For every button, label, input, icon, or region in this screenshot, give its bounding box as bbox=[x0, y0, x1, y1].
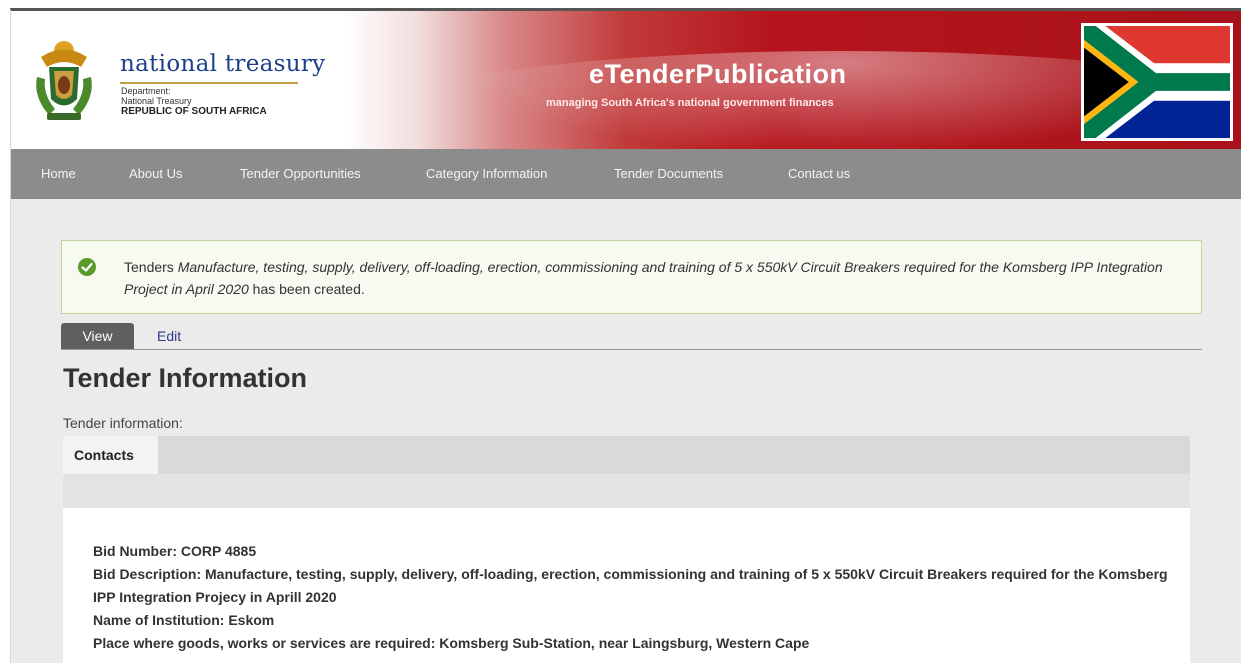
tender-info-label: Tender information: bbox=[63, 415, 183, 431]
site-subtitle: managing South Africa's national governm… bbox=[546, 97, 834, 109]
local-tabs: View Edit bbox=[61, 323, 1202, 350]
brand-department-name: National Treasury bbox=[121, 96, 192, 106]
message-prefix: Tenders bbox=[124, 259, 178, 275]
tab-contacts[interactable]: Contacts bbox=[63, 436, 158, 474]
status-message: Tenders Manufacture, testing, supply, de… bbox=[61, 240, 1202, 314]
south-africa-flag-icon bbox=[1081, 23, 1233, 141]
panel-subbar bbox=[63, 474, 1190, 508]
brand-rule bbox=[120, 82, 298, 84]
message-suffix: has been created. bbox=[248, 281, 365, 297]
tender-info-panel: Contacts Bid Number: CORP 4885 Bid Descr… bbox=[63, 436, 1190, 663]
bid-description: Bid Description: Manufacture, testing, s… bbox=[93, 566, 1168, 605]
main-nav: Home About Us Tender Opportunities Categ… bbox=[11, 149, 1241, 199]
place-of-service: Place where goods, works or services are… bbox=[93, 635, 810, 651]
tab-edit[interactable]: Edit bbox=[157, 323, 181, 349]
nav-home[interactable]: Home bbox=[41, 166, 76, 181]
institution-name: Name of Institution: Eskom bbox=[93, 612, 275, 628]
check-circle-icon bbox=[78, 258, 96, 276]
site-title: eTenderPublication bbox=[589, 59, 847, 89]
nav-tender-opportunities[interactable]: Tender Opportunities bbox=[240, 166, 361, 181]
site-header: national treasury Department: National T… bbox=[11, 11, 1241, 149]
page-title: Tender Information bbox=[63, 363, 308, 393]
panel-tabbar: Contacts bbox=[63, 436, 1190, 474]
brand-department-label: Department: bbox=[121, 86, 171, 96]
coat-of-arms-logo[interactable] bbox=[29, 37, 99, 127]
brand-title: national treasury bbox=[120, 51, 326, 77]
tab-view[interactable]: View bbox=[61, 323, 134, 349]
bid-number: Bid Number: CORP 4885 bbox=[93, 543, 257, 559]
nav-tender-documents[interactable]: Tender Documents bbox=[614, 166, 723, 181]
nav-about-us[interactable]: About Us bbox=[129, 166, 182, 181]
browser-viewport: national treasury Department: National T… bbox=[10, 8, 1241, 663]
brand-country: REPUBLIC OF SOUTH AFRICA bbox=[121, 106, 267, 117]
tender-details: Bid Number: CORP 4885 Bid Description: M… bbox=[93, 540, 1173, 655]
status-message-text: Tenders Manufacture, testing, supply, de… bbox=[124, 256, 1194, 300]
nav-contact-us[interactable]: Contact us bbox=[788, 166, 850, 181]
nav-category-information[interactable]: Category Information bbox=[426, 166, 547, 181]
